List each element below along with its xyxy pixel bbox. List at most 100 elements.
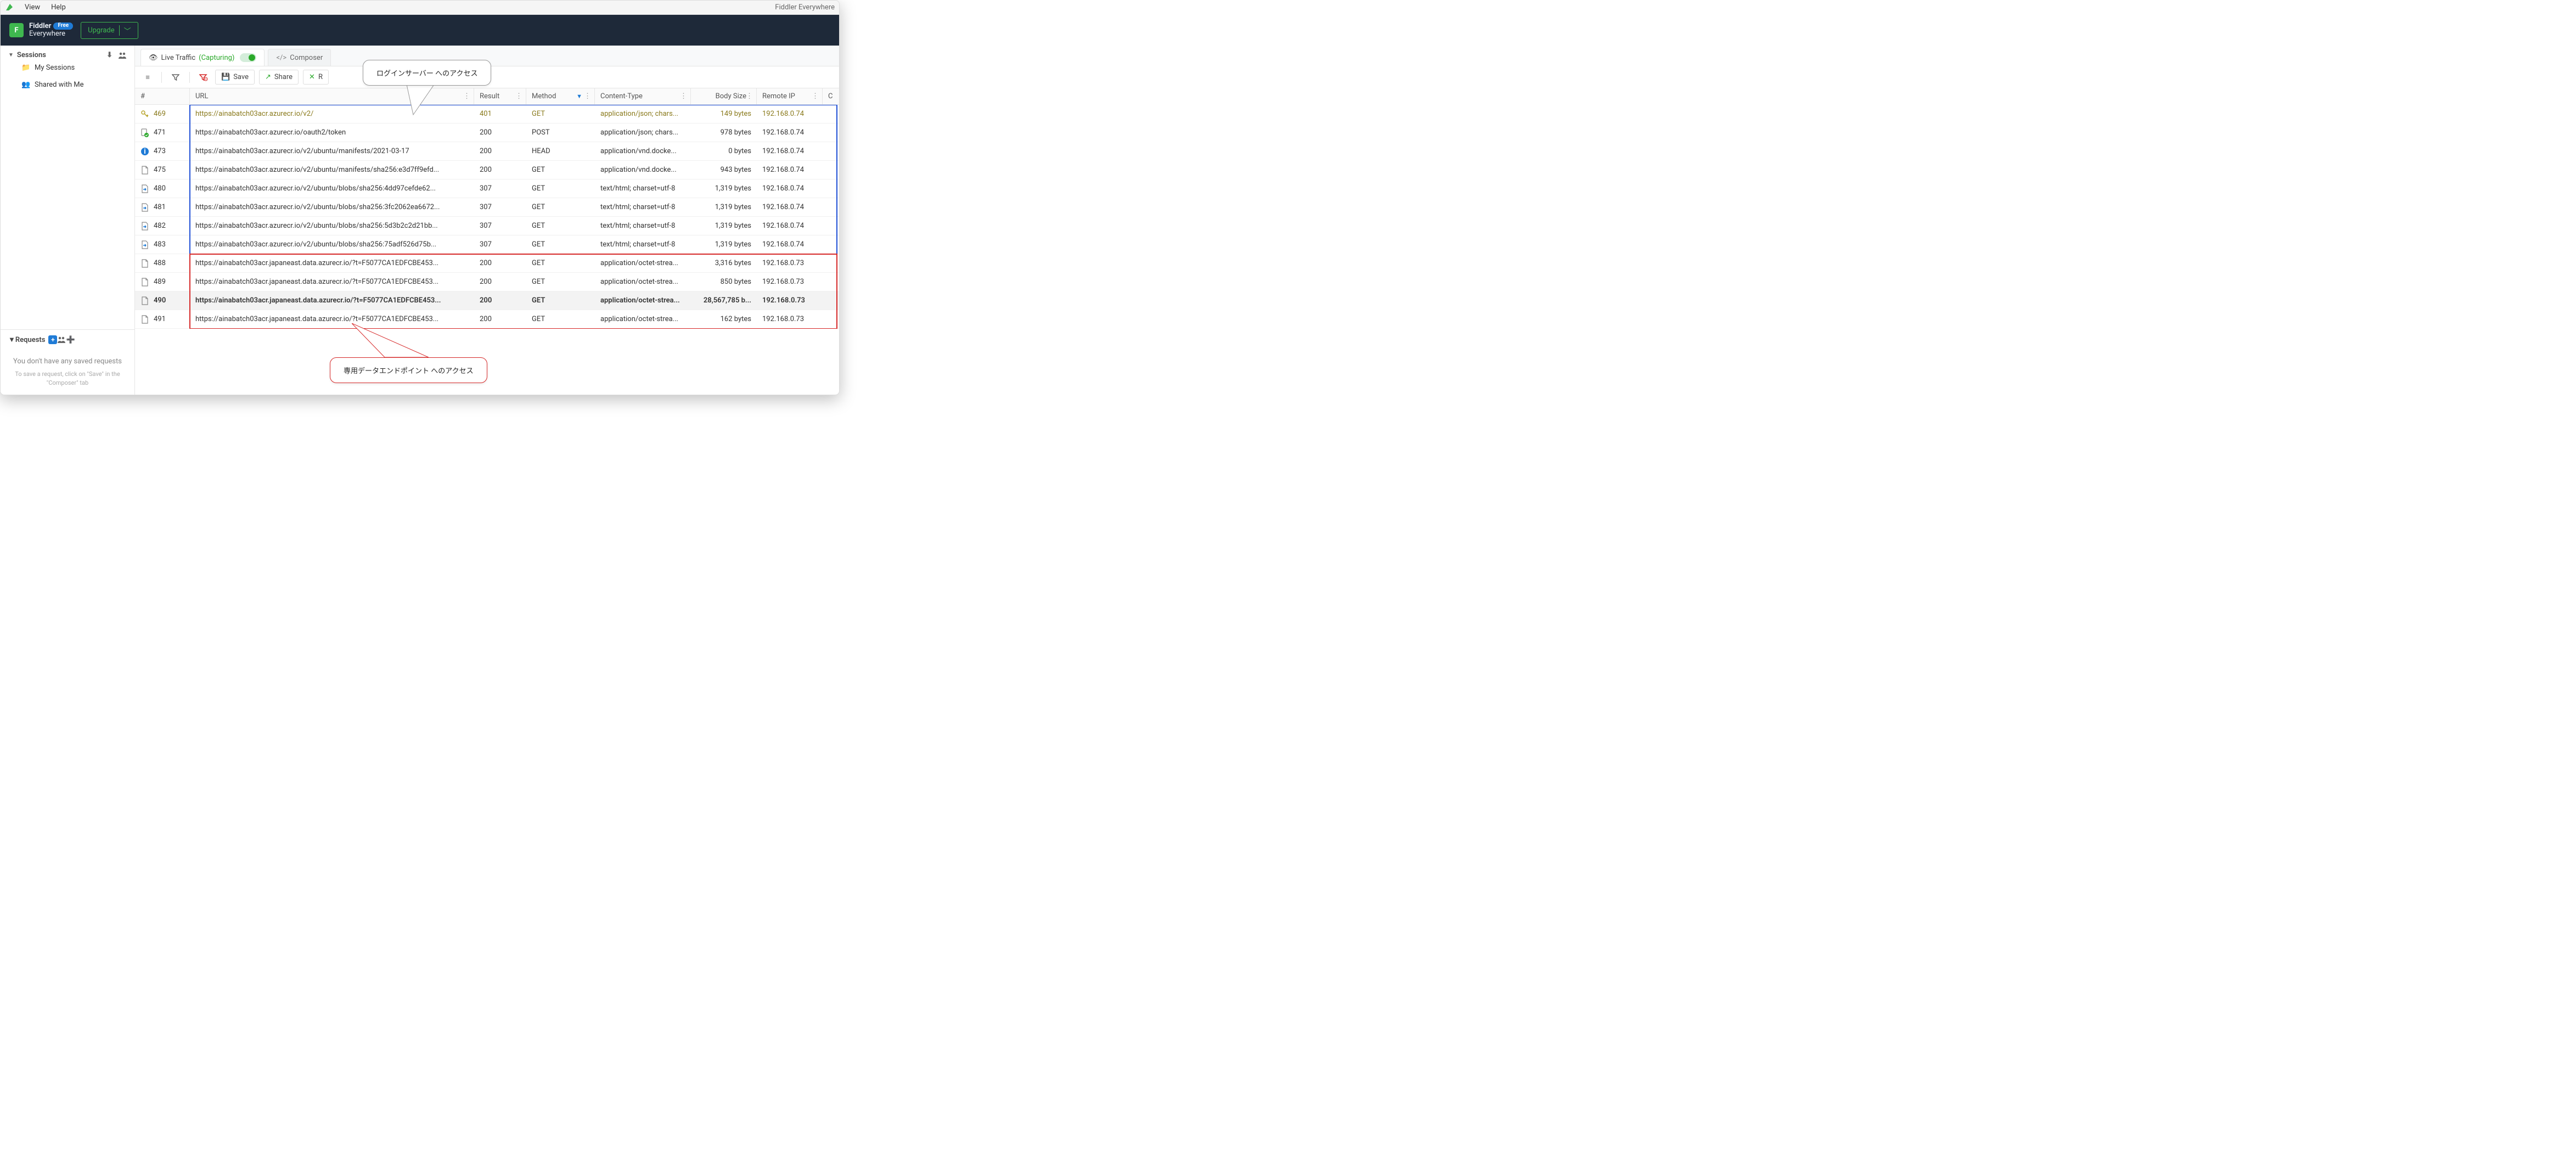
sidebar-item-shared[interactable]: 👥 Shared with Me bbox=[8, 76, 127, 93]
row-method: GET bbox=[526, 166, 595, 174]
row-url: https://ainabatch03acr.azurecr.io/v2/ubu… bbox=[190, 222, 474, 230]
save-button[interactable]: 💾 Save bbox=[215, 70, 255, 85]
table-row[interactable]: i473https://ainabatch03acr.azurecr.io/v2… bbox=[135, 142, 839, 161]
table-row[interactable]: 488https://ainabatch03acr.japaneast.data… bbox=[135, 254, 839, 273]
tab-live-traffic[interactable]: 👁 Live Traffic (Capturing) bbox=[140, 49, 265, 66]
col-header-method[interactable]: Method▼⋮ bbox=[526, 88, 595, 104]
row-body-size: 162 bytes bbox=[691, 315, 757, 323]
brand-text: FiddlerFree Everywhere bbox=[29, 23, 73, 37]
sessions-header[interactable]: ▼ Sessions ⬇ bbox=[8, 51, 127, 59]
table-row[interactable]: 471https://ainabatch03acr.azurecr.io/oau… bbox=[135, 123, 839, 142]
add-icon[interactable]: ➕ bbox=[66, 336, 75, 344]
column-menu-icon[interactable]: ⋮ bbox=[812, 92, 819, 100]
col-header-hash[interactable]: # bbox=[135, 88, 190, 104]
grid-body[interactable]: 469https://ainabatch03acr.azurecr.io/v2/… bbox=[135, 105, 839, 329]
table-row[interactable]: 491https://ainabatch03acr.japaneast.data… bbox=[135, 310, 839, 329]
row-content-type: text/html; charset=utf-8 bbox=[595, 184, 691, 193]
sidebar-item-my-sessions[interactable]: 📁 My Sessions bbox=[8, 59, 127, 76]
table-row[interactable]: 483https://ainabatch03acr.azurecr.io/v2/… bbox=[135, 235, 839, 254]
filter-active-icon[interactable]: ▼ bbox=[576, 93, 582, 100]
doc-icon bbox=[140, 259, 149, 268]
tab-composer[interactable]: </> Composer bbox=[268, 49, 331, 66]
requests-header[interactable]: ▼ Requests + ➕ bbox=[8, 335, 127, 344]
folder-icon: 📁 bbox=[21, 64, 30, 72]
row-result: 200 bbox=[474, 296, 526, 305]
users-icon[interactable] bbox=[118, 52, 127, 59]
app-logo-icon bbox=[5, 3, 15, 13]
row-result: 307 bbox=[474, 184, 526, 193]
col-header-result[interactable]: Result⋮ bbox=[474, 88, 526, 104]
column-menu-icon[interactable]: ⋮ bbox=[746, 92, 753, 100]
callout-login-server: ログインサーバー へのアクセス bbox=[363, 60, 491, 86]
menu-view[interactable]: View bbox=[25, 3, 40, 12]
doc-icon bbox=[140, 166, 149, 175]
col-header-content-type[interactable]: Content-Type⋮ bbox=[595, 88, 691, 104]
row-result: 307 bbox=[474, 222, 526, 230]
app-window: View Help Fiddler Everywhere F FiddlerFr… bbox=[0, 0, 840, 395]
table-row[interactable]: 490https://ainabatch03acr.japaneast.data… bbox=[135, 291, 839, 310]
table-row[interactable]: 475https://ainabatch03acr.azurecr.io/v2/… bbox=[135, 161, 839, 179]
row-result: 200 bbox=[474, 128, 526, 137]
row-id: 473 bbox=[154, 147, 166, 155]
share-button[interactable]: ↗ Share bbox=[259, 70, 299, 85]
row-id: 481 bbox=[154, 203, 166, 211]
save-icon: 💾 bbox=[221, 73, 230, 81]
row-content-type: application/octet-strea... bbox=[595, 296, 691, 305]
download-icon[interactable]: ⬇ bbox=[106, 51, 113, 59]
row-method: GET bbox=[526, 222, 595, 230]
window-title: Fiddler Everywhere bbox=[775, 3, 835, 12]
remove-button[interactable]: ✕ R bbox=[303, 70, 329, 85]
column-menu-icon[interactable]: ⋮ bbox=[584, 92, 591, 100]
row-url: https://ainabatch03acr.azurecr.io/v2/ubu… bbox=[190, 184, 474, 193]
row-content-type: application/json; chars... bbox=[595, 110, 691, 118]
row-method: GET bbox=[526, 203, 595, 211]
row-id: 482 bbox=[154, 222, 166, 230]
upgrade-button[interactable]: Upgrade ﹀ bbox=[81, 22, 138, 39]
requests-empty: You don't have any saved requests To sav… bbox=[1, 350, 134, 395]
filter-icon[interactable] bbox=[168, 70, 183, 85]
row-id: 491 bbox=[154, 315, 166, 323]
share-icon: 👥 bbox=[21, 81, 30, 89]
doc-icon bbox=[140, 296, 149, 305]
row-result: 307 bbox=[474, 240, 526, 249]
column-menu-icon[interactable]: ⋮ bbox=[680, 92, 687, 100]
chevron-down-icon: ▼ bbox=[8, 335, 15, 344]
column-menu-icon[interactable]: ⋮ bbox=[515, 92, 522, 100]
row-result: 200 bbox=[474, 315, 526, 323]
add-request-button[interactable]: + bbox=[48, 335, 57, 344]
capture-toggle[interactable] bbox=[240, 53, 256, 62]
table-row[interactable]: 482 https://ainabatch03acr.azurecr.io/v2/… bbox=[135, 217, 839, 235]
redirect-icon bbox=[140, 184, 149, 193]
column-menu-icon[interactable]: ⋮ bbox=[463, 92, 470, 100]
table-row[interactable]: 481 https://ainabatch03acr.azurecr.io/v2/… bbox=[135, 198, 839, 217]
col-header-remote-ip[interactable]: Remote IP⋮ bbox=[757, 88, 823, 104]
row-url: https://ainabatch03acr.azurecr.io/v2/ubu… bbox=[190, 203, 474, 211]
row-content-type: application/octet-strea... bbox=[595, 315, 691, 323]
row-content-type: application/octet-strea... bbox=[595, 259, 691, 267]
row-method: POST bbox=[526, 128, 595, 137]
col-header-extra[interactable]: C bbox=[823, 88, 839, 104]
stream-icon[interactable]: ≡ bbox=[140, 70, 155, 85]
row-id: 471 bbox=[154, 128, 166, 137]
brand-logo-icon: F bbox=[9, 23, 24, 37]
clear-filter-icon[interactable] bbox=[196, 70, 211, 85]
row-body-size: 28,567,785 b... bbox=[691, 296, 757, 305]
row-body-size: 943 bytes bbox=[691, 166, 757, 174]
table-row[interactable]: 489https://ainabatch03acr.japaneast.data… bbox=[135, 273, 839, 291]
row-id: 483 bbox=[154, 240, 166, 249]
svg-text:i: i bbox=[144, 148, 145, 156]
menu-help[interactable]: Help bbox=[51, 3, 66, 12]
row-content-type: text/html; charset=utf-8 bbox=[595, 240, 691, 249]
table-row[interactable]: 480https://ainabatch03acr.azurecr.io/v2/… bbox=[135, 179, 839, 198]
row-remote-ip: 192.168.0.73 bbox=[757, 296, 823, 305]
row-remote-ip: 192.168.0.74 bbox=[757, 240, 823, 249]
col-header-body-size[interactable]: Body Size⋮ bbox=[691, 88, 757, 104]
row-result: 200 bbox=[474, 166, 526, 174]
row-remote-ip: 192.168.0.74 bbox=[757, 166, 823, 174]
users-icon[interactable] bbox=[57, 336, 66, 344]
row-body-size: 978 bytes bbox=[691, 128, 757, 137]
capturing-label: (Capturing) bbox=[199, 54, 234, 62]
row-content-type: application/octet-strea... bbox=[595, 278, 691, 286]
row-method: GET bbox=[526, 278, 595, 286]
table-row[interactable]: 469https://ainabatch03acr.azurecr.io/v2/… bbox=[135, 105, 839, 123]
